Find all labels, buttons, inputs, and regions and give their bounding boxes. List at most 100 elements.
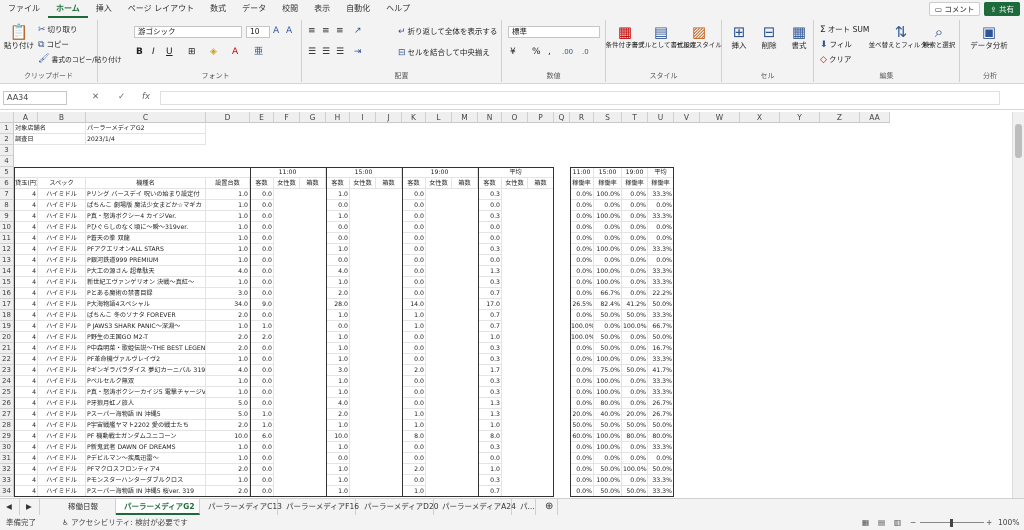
occupancy-cell[interactable]: 41.2% [622, 299, 648, 310]
occupancy-cell[interactable]: 0.0% [622, 343, 648, 354]
rate-cell[interactable]: 4 [14, 409, 38, 420]
occupancy-cell[interactable]: 0.0% [570, 398, 594, 409]
guests-cell[interactable]: 0.0 [250, 343, 274, 354]
guests-cell[interactable]: 1.0 [326, 189, 350, 200]
row-header[interactable]: 23 [0, 365, 14, 376]
spec-cell[interactable]: ハイミドル [38, 244, 86, 255]
units-cell[interactable]: 5.0 [206, 398, 250, 409]
spec-cell[interactable]: ハイミドル [38, 431, 86, 442]
sheet-tab[interactable]: パーラーメディアG2 [116, 499, 200, 515]
select-all-corner[interactable] [0, 112, 14, 123]
row-header[interactable]: 31 [0, 453, 14, 464]
rate-cell[interactable]: 4 [14, 365, 38, 376]
page-layout-icon[interactable]: ▤ [878, 516, 885, 530]
row-header[interactable]: 26 [0, 398, 14, 409]
model-name-cell[interactable]: P宇宙戦艦ヤマト2202 愛の戦士たち [86, 420, 206, 431]
occupancy-cell[interactable]: 41.7% [648, 365, 674, 376]
units-cell[interactable]: 2.0 [206, 310, 250, 321]
column-header[interactable]: T [622, 112, 648, 123]
occupancy-cell[interactable]: 100.0% [570, 321, 594, 332]
store-name-cell[interactable]: パーラーメディアG2 [86, 123, 206, 134]
guests-cell[interactable]: 0.0 [326, 321, 350, 332]
spec-cell[interactable]: ハイミドル [38, 420, 86, 431]
occupancy-cell[interactable]: 0.0% [570, 200, 594, 211]
units-cell[interactable]: 10.0 [206, 431, 250, 442]
rate-cell[interactable]: 4 [14, 255, 38, 266]
guests-cell[interactable]: 0.0 [402, 354, 426, 365]
guests-cell[interactable]: 1.0 [326, 244, 350, 255]
units-cell[interactable]: 1.0 [206, 321, 250, 332]
comment-button[interactable]: ▭ コメント [928, 2, 981, 16]
guests-cell[interactable]: 0.0 [478, 222, 502, 233]
guests-cell[interactable]: 0.3 [478, 475, 502, 486]
row-header[interactable]: 21 [0, 343, 14, 354]
column-header[interactable]: E [250, 112, 274, 123]
row-header[interactable]: 10 [0, 222, 14, 233]
guests-cell[interactable]: 1.0 [326, 464, 350, 475]
row-header[interactable]: 29 [0, 431, 14, 442]
occupancy-cell[interactable]: 33.3% [648, 387, 674, 398]
model-name-cell[interactable]: P新鬼武者 DAWN OF DREAMS [86, 442, 206, 453]
guests-cell[interactable]: 1.0 [326, 211, 350, 222]
row-header[interactable]: 24 [0, 376, 14, 387]
column-header[interactable]: N [478, 112, 502, 123]
guests-cell[interactable]: 0.0 [402, 233, 426, 244]
ribbon-tab[interactable]: 挿入 [88, 0, 120, 18]
guests-cell[interactable]: 8.0 [402, 431, 426, 442]
vertical-scrollbar[interactable] [1012, 112, 1024, 498]
guests-cell[interactable]: 2.0 [402, 365, 426, 376]
units-cell[interactable]: 1.0 [206, 233, 250, 244]
occupancy-cell[interactable]: 0.0% [594, 453, 622, 464]
model-name-cell[interactable]: P牙狼月虹ノ旅人 [86, 398, 206, 409]
row-header[interactable]: 3 [0, 145, 14, 156]
guests-cell[interactable]: 1.0 [250, 321, 274, 332]
wrap-text-button[interactable]: ↵ 折り返して全体を表示する [398, 26, 497, 37]
guests-cell[interactable]: 0.0 [326, 255, 350, 266]
guests-cell[interactable]: 0.0 [402, 211, 426, 222]
column-header[interactable]: I [350, 112, 376, 123]
sheet-tab[interactable]: パーラーメディアC13 [200, 499, 282, 515]
column-header[interactable]: A [14, 112, 38, 123]
occupancy-cell[interactable]: 50.0% [622, 486, 648, 497]
guests-cell[interactable]: 0.0 [402, 222, 426, 233]
guests-cell[interactable]: 0.0 [402, 442, 426, 453]
comma-button[interactable]: , [548, 47, 551, 57]
header-cell[interactable]: 客数 [402, 178, 426, 189]
header-cell[interactable]: 女性数 [426, 178, 452, 189]
guests-cell[interactable]: 0.0 [402, 376, 426, 387]
function-icon[interactable]: fx [142, 92, 150, 102]
zoom-in-icon[interactable]: + [986, 516, 992, 530]
header-cell[interactable]: 女性数 [502, 178, 528, 189]
row-header[interactable]: 14 [0, 266, 14, 277]
align-center-button[interactable]: ☰ [322, 47, 330, 57]
guests-cell[interactable]: 28.0 [326, 299, 350, 310]
occupancy-cell[interactable]: 0.0% [570, 189, 594, 200]
units-cell[interactable]: 34.0 [206, 299, 250, 310]
worksheet[interactable]: A B C D E F G H I J K L M N O P Q R S T U V W X Y Z AA 1 2 3 4 5 6 7 8 9 10 1… [0, 112, 1012, 498]
units-cell[interactable]: 1.0 [206, 222, 250, 233]
guests-cell[interactable]: 0.0 [250, 244, 274, 255]
occupancy-cell[interactable]: 0.0% [570, 354, 594, 365]
row-header[interactable]: 12 [0, 244, 14, 255]
occupancy-cell[interactable]: 0.0% [622, 354, 648, 365]
spec-cell[interactable]: ハイミドル [38, 453, 86, 464]
guests-cell[interactable]: 0.0 [250, 376, 274, 387]
rate-cell[interactable]: 4 [14, 266, 38, 277]
row-header[interactable]: 8 [0, 200, 14, 211]
occupancy-cell[interactable]: 0.0% [570, 310, 594, 321]
occupancy-cell[interactable]: 0.0% [622, 211, 648, 222]
align-top-button[interactable]: ≡ [308, 26, 316, 36]
occupancy-cell[interactable]: 0.0% [570, 244, 594, 255]
ribbon-tab[interactable]: ヘルプ [378, 0, 418, 18]
rate-cell[interactable]: 4 [14, 398, 38, 409]
italic-button[interactable]: I [152, 47, 155, 57]
guests-cell[interactable]: 2.0 [326, 409, 350, 420]
guests-cell[interactable]: 0.0 [402, 266, 426, 277]
occupancy-cell[interactable]: 50.0% [622, 310, 648, 321]
rate-cell[interactable]: 4 [14, 321, 38, 332]
units-cell[interactable]: 1.0 [206, 475, 250, 486]
occupancy-cell[interactable]: 0.0% [570, 464, 594, 475]
guests-cell[interactable]: 0.0 [478, 453, 502, 464]
zoom-level[interactable]: 100% [998, 516, 1019, 530]
occupancy-cell[interactable]: 0.0% [622, 233, 648, 244]
